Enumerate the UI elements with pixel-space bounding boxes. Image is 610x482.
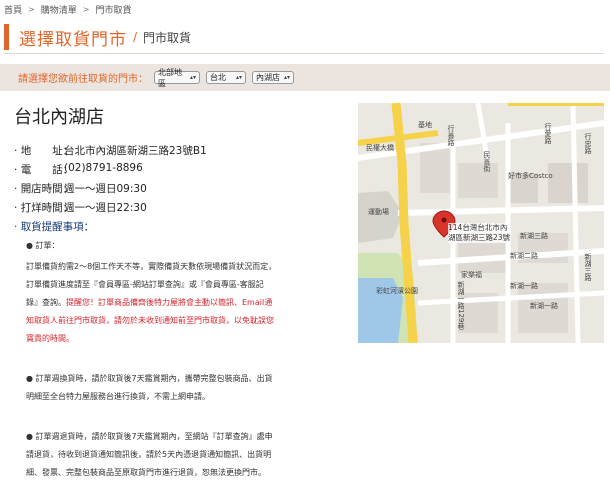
- notice-line: 明細至全台特力屋服務台進行換貨，不需上網申請。: [26, 392, 210, 401]
- store-address: 台北市內湖區新湖三路23號B1: [64, 145, 207, 157]
- address-label: · 地 址：: [14, 145, 74, 157]
- notice-return: ● 訂單週退貨時，請於取貨後7天鑑賞期內，至網站『訂單查詢』處申 請退貨，待收到…: [26, 428, 290, 482]
- store-map[interactable]: 114台灣台北市內 湖區新湖三路23號 民權大橋 基地 好市多Costco 運動…: [358, 103, 604, 343]
- breadcrumb-separator: >: [28, 4, 35, 14]
- map-label-road: 新湖三路: [520, 232, 548, 240]
- notice-order-body: 訂單備貨約需2～8個工作天不等，實際備貨天數依現場備貨狀況而定， 訂單備貨進度請…: [26, 258, 290, 348]
- notice-exchange: ● 訂單週換貨時，請於取貨後7天鑑賞期內，攜帶完整包裝商品、出貨 明細至全台特力…: [26, 370, 290, 406]
- map-label-road: 新湖一路: [510, 282, 538, 290]
- notice-line: 訂單備貨進度請至『會員專區-網站訂單查詢』或『會員專區-客服記: [26, 280, 264, 289]
- store-phone-row: · 電 話： (02)8791-8896: [14, 162, 143, 177]
- notice-order: ● 訂單：: [26, 237, 290, 255]
- title-divider: [4, 53, 604, 54]
- breadcrumb-home-link[interactable]: 首頁: [4, 3, 22, 16]
- open-label: · 開店時間：: [14, 183, 74, 195]
- notice-line: ● 訂單週換貨時，請於取貨後7天鑑賞期內，攜帶完整包裝商品、出貨: [26, 374, 273, 383]
- city-select-value: 台北: [210, 73, 226, 82]
- breadcrumb-separator: >: [82, 4, 90, 14]
- store-address-row: · 地 址： 台北市內湖區新湖三路23號B1: [14, 143, 207, 158]
- store-select-value: 內湖店: [256, 73, 280, 82]
- map-label-stadium: 運動場: [368, 208, 389, 216]
- map-label-road: 民權大橋: [366, 144, 394, 152]
- map-label-place: 基地: [418, 121, 432, 129]
- notice-line: 細、發票、完整包裝商品至原取貨門市進行退貨，恕無法更換門市。: [26, 468, 266, 477]
- notice-line: ● 訂單週退貨時，請於取貨後7天鑑賞期內，至網站『訂單查詢』處申: [26, 432, 273, 441]
- phone-label: · 電 話：: [14, 164, 74, 176]
- store-select[interactable]: 內湖店 ▴▾: [252, 71, 294, 84]
- notice-line: 錄』查詢。提醒您！訂單商品備齊後特力屋將會主動以簡訊、Email通: [26, 298, 273, 307]
- breadcrumb: 首頁 > 購物清單 > 門市取貨: [4, 2, 131, 16]
- map-label-road: 行善路: [447, 125, 455, 146]
- map-label-road: 民善街: [483, 151, 491, 172]
- store-close-time: 週一～週日22:30: [64, 202, 147, 214]
- map-label-costco: 好市多Costco: [508, 172, 553, 180]
- map-label-road: 新湖一路129巷: [457, 281, 465, 330]
- store-open-row: · 開店時間： 週一～週日09:30: [14, 181, 147, 196]
- notice-line: 訂單備貨約需2～8個工作天不等，實際備貨天數依現場備貨狀況而定，: [26, 262, 277, 271]
- region-select-value: 北部地區: [158, 67, 182, 88]
- map-label-road: 新湖三路: [584, 253, 592, 281]
- map-marker-label: 114台灣台北市內 湖區新湖三路23號: [448, 223, 511, 243]
- map-label-road: 新湖一路: [530, 302, 558, 310]
- store-name: 台北內湖店: [14, 107, 104, 128]
- map-label-road: 行愛路: [544, 123, 552, 144]
- notice-line: 寶貴的時間。: [26, 334, 74, 343]
- notice-line: 知取貨人前往門市取貨，請勿於未收到通知前至門市取貨，以免耽誤您: [26, 316, 274, 325]
- region-select[interactable]: 北部地區 ▴▾: [154, 68, 200, 88]
- notice-order-title: ● 訂單：: [26, 241, 60, 250]
- store-phone: (02)8791-8896: [64, 162, 143, 174]
- city-select[interactable]: 台北 ▴▾: [206, 71, 246, 84]
- breadcrumb-cart-link[interactable]: 購物清單: [41, 3, 77, 16]
- page-subtitle: 門市取貨: [143, 30, 192, 45]
- notice-line: 請退貨，待收到退貨通知簡訊後，請於5天內憑退貨通知簡訊、出貨明: [26, 450, 272, 459]
- map-label-carrefour: 家樂福: [461, 271, 482, 279]
- store-selector-label: 請選擇您欲前往取貨的門市：: [18, 74, 148, 85]
- map-label-road: 行忠路: [584, 133, 592, 154]
- store-selector-bar: 請選擇您欲前往取貨的門市： 北部地區 ▴▾ 台北 ▴▾ 內湖店 ▴▾: [0, 64, 610, 91]
- close-label: · 打烊時間：: [14, 202, 74, 214]
- select-arrows-icon: ▴▾: [283, 74, 290, 81]
- notice-heading: · 取貨提醒事項：: [14, 221, 95, 233]
- map-label-road: 新湖二路: [510, 252, 538, 260]
- title-slash: /: [133, 30, 138, 44]
- page-title: 選擇取貨門市: [19, 29, 127, 50]
- store-close-row: · 打烊時間： 週一～週日22:30: [14, 200, 147, 215]
- page-title-bar: 選擇取貨門市 / 門市取貨: [4, 24, 604, 50]
- breadcrumb-current: 門市取貨: [95, 5, 132, 16]
- title-accent-bar: [4, 24, 9, 50]
- store-open-time: 週一～週日09:30: [64, 183, 147, 195]
- map-label-park: 彩虹河濱公園: [376, 287, 418, 295]
- select-arrows-icon: ▴▾: [189, 74, 196, 81]
- select-arrows-icon: ▴▾: [235, 74, 242, 81]
